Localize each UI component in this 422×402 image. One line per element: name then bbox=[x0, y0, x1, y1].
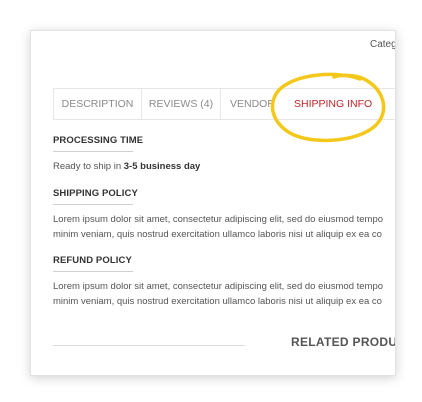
product-tabs: DESCRIPTION REVIEWS (4) VENDOR SHIPPING … bbox=[53, 88, 395, 120]
shipping-title-underline bbox=[53, 204, 133, 205]
refund-policy-line-1: Lorem ipsum dolor sit amet, consectetur … bbox=[53, 281, 384, 292]
refund-policy-title: REFUND POLICY bbox=[53, 255, 132, 266]
processing-time-value: 3-5 business day bbox=[123, 161, 201, 172]
shipping-policy-title: SHIPPING POLICY bbox=[53, 188, 138, 199]
processing-time-title: PROCESSING TIME bbox=[53, 135, 144, 146]
tab-description[interactable]: DESCRIPTION bbox=[54, 89, 142, 119]
related-products-title: RELATED PRODU bbox=[291, 335, 396, 349]
tab-reviews[interactable]: REVIEWS (4) bbox=[142, 89, 221, 119]
refund-policy-line-2: minim veniam, quis nostrud exercitation … bbox=[53, 296, 382, 307]
category-label[interactable]: Categ bbox=[370, 39, 395, 50]
processing-time-text: Ready to ship in 3-5 business day bbox=[53, 161, 201, 172]
refund-title-underline bbox=[53, 271, 133, 272]
product-page-frame: Categ DESCRIPTION REVIEWS (4) VENDOR SHI… bbox=[30, 30, 396, 376]
shipping-policy-line-2: minim veniam, quis nostrud exercitation … bbox=[53, 229, 382, 240]
tab-vendor[interactable]: VENDOR bbox=[230, 89, 280, 119]
tab-shipping-info[interactable]: SHIPPING INFO bbox=[294, 89, 372, 119]
shipping-policy-line-1: Lorem ipsum dolor sit amet, consectetur … bbox=[53, 214, 384, 225]
processing-title-underline bbox=[53, 151, 133, 152]
related-divider bbox=[53, 345, 245, 346]
